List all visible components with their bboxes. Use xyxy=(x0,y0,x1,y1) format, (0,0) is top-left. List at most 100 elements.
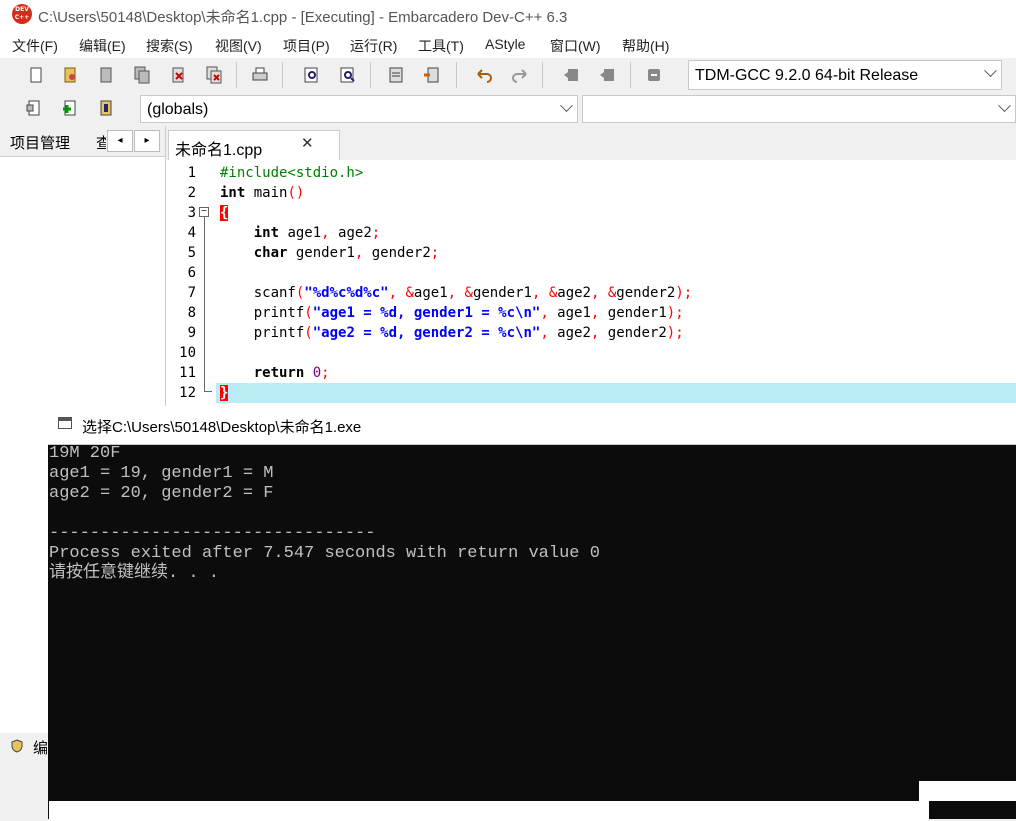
console-selection xyxy=(49,801,929,821)
toolbar-separator xyxy=(630,62,631,88)
menu-help[interactable]: 帮助(H) xyxy=(622,36,669,56)
code-line: printf("age1 = %d, gender1 = %c\n", age1… xyxy=(220,305,684,321)
remove-from-project-icon[interactable] xyxy=(96,98,116,118)
redo-icon[interactable] xyxy=(510,65,530,85)
replace-icon[interactable] xyxy=(338,65,358,85)
code-line: int age1, age2; xyxy=(253,225,381,241)
menu-bar: 文件(F) 编辑(E) 搜索(S) 视图(V) 项目(P) 运行(R) 工具(T… xyxy=(0,30,1016,58)
devcpp-logo-icon: DEV C++ xyxy=(12,4,32,24)
print-icon[interactable] xyxy=(250,65,270,85)
code-line: #include<stdio.h> xyxy=(220,165,364,181)
console-line: Process exited after 7.547 seconds with … xyxy=(49,544,600,563)
code-line: scanf("%d%c%d%c", &age1, &gender1, &age2… xyxy=(220,285,693,301)
save-all-icon[interactable] xyxy=(132,65,152,85)
console-line: 19M 20F xyxy=(49,444,121,463)
console-line: age2 = 20, gender2 = F xyxy=(49,484,274,503)
line-number: 4 xyxy=(187,225,196,241)
code-editor[interactable]: 1 2 3 4 5 6 7 8 9 10 11 12 − #include<st… xyxy=(166,160,1016,406)
toolbar-separator xyxy=(456,62,457,88)
indent-icon[interactable] xyxy=(562,65,582,85)
menu-file[interactable]: 文件(F) xyxy=(12,36,58,56)
compiler-select[interactable]: TDM-GCC 9.2.0 64-bit Release xyxy=(688,60,1002,90)
toolbar-separator xyxy=(370,62,371,88)
tab-scroll-left-button[interactable]: ◂ xyxy=(107,130,133,152)
scope-value: (globals) xyxy=(147,101,209,118)
new-project-icon[interactable] xyxy=(24,98,44,118)
code-line: } xyxy=(220,385,229,401)
unindent-icon[interactable] xyxy=(598,65,618,85)
chevron-down-icon xyxy=(998,99,1011,113)
code-line: printf("age2 = %d, gender2 = %c\n", age2… xyxy=(220,325,684,341)
menu-view[interactable]: 视图(V) xyxy=(215,36,262,56)
fold-end xyxy=(204,391,212,392)
comment-icon[interactable] xyxy=(644,65,664,85)
current-line-highlight xyxy=(216,383,1016,403)
undo-icon[interactable] xyxy=(474,65,494,85)
editor-tabbar: 未命名1.cpp ✕ xyxy=(166,126,1016,161)
menu-run[interactable]: 运行(R) xyxy=(350,36,397,56)
tab-classes[interactable]: 查 xyxy=(96,132,106,153)
menu-search[interactable]: 搜索(S) xyxy=(146,36,193,56)
line-number: 12 xyxy=(179,385,196,401)
line-number: 1 xyxy=(187,165,196,181)
member-select[interactable] xyxy=(582,95,1016,123)
line-number: 5 xyxy=(187,245,196,261)
menu-astyle[interactable]: AStyle xyxy=(485,36,525,52)
bottom-panel: 编 xyxy=(0,733,48,819)
shield-icon xyxy=(11,739,23,753)
close-tab-icon[interactable]: ✕ xyxy=(301,134,314,152)
compiler-value: TDM-GCC 9.2.0 64-bit Release xyxy=(695,67,919,84)
console-output: 19M 20F age1 = 19, gender1 = M age2 = 20… xyxy=(49,444,1016,821)
line-number: 10 xyxy=(179,345,196,361)
console-selection xyxy=(919,781,1016,801)
chevron-down-icon xyxy=(560,99,573,113)
goto-line-icon[interactable] xyxy=(386,65,406,85)
editor-tab[interactable]: 未命名1.cpp ✕ xyxy=(168,130,340,160)
new-file-icon[interactable] xyxy=(26,65,46,85)
close-all-icon[interactable] xyxy=(204,65,224,85)
console-title: 选择C:\Users\50148\Desktop\未命名1.exe xyxy=(82,419,362,436)
console-window-icon xyxy=(58,417,72,429)
line-number: 11 xyxy=(179,365,196,381)
tab-project-manager[interactable]: 项目管理 xyxy=(10,132,70,153)
line-number: 7 xyxy=(187,285,196,301)
console-line: -------------------------------- xyxy=(49,524,376,543)
line-number: 2 xyxy=(187,185,196,201)
menu-edit[interactable]: 编辑(E) xyxy=(79,36,126,56)
save-icon[interactable] xyxy=(96,65,116,85)
menu-tools[interactable]: 工具(T) xyxy=(418,36,464,56)
line-number: 8 xyxy=(187,305,196,321)
find-icon[interactable] xyxy=(302,65,322,85)
toolbar-separator xyxy=(542,62,543,88)
code-line: int main() xyxy=(220,185,305,201)
code-line: char gender1, gender2; xyxy=(253,245,440,261)
line-number: 9 xyxy=(187,325,196,341)
close-file-icon[interactable] xyxy=(168,65,188,85)
console-window[interactable]: 选择C:\Users\50148\Desktop\未命名1.exe 19M 20… xyxy=(48,406,1016,821)
title-bar: DEV C++ C:\Users\50148\Desktop\未命名1.cpp -… xyxy=(0,0,1016,30)
line-number: 3 xyxy=(187,205,196,221)
open-file-icon[interactable] xyxy=(60,65,80,85)
bottom-tab-label[interactable]: 编 xyxy=(33,737,48,758)
tab-scroll-right-button[interactable]: ▸ xyxy=(134,130,160,152)
line-number: 6 xyxy=(187,265,196,281)
editor-tab-label: 未命名1.cpp xyxy=(175,142,263,159)
scope-select[interactable]: (globals) xyxy=(140,95,578,123)
code-line: { xyxy=(220,205,229,221)
fold-toggle-icon[interactable]: − xyxy=(199,207,209,217)
toggle-bookmark-icon[interactable] xyxy=(422,65,442,85)
menu-window[interactable]: 窗口(W) xyxy=(550,36,601,56)
toolbar-separator xyxy=(236,62,237,88)
toolbar-separator xyxy=(282,62,283,88)
console-title-bar: 选择C:\Users\50148\Desktop\未命名1.exe xyxy=(48,406,1016,445)
add-to-project-icon[interactable] xyxy=(60,98,80,118)
line-gutter: 1 2 3 4 5 6 7 8 9 10 11 12 − xyxy=(166,160,212,406)
menu-project[interactable]: 项目(P) xyxy=(283,36,330,56)
console-line: 请按任意键继续. . . xyxy=(49,564,220,583)
chevron-down-icon xyxy=(984,64,997,78)
window-title: C:\Users\50148\Desktop\未命名1.cpp - [Execu… xyxy=(38,9,568,26)
panel-tabs: 项目管理 查 ◂ ▸ xyxy=(0,126,165,157)
console-line: age1 = 19, gender1 = M xyxy=(49,464,274,483)
